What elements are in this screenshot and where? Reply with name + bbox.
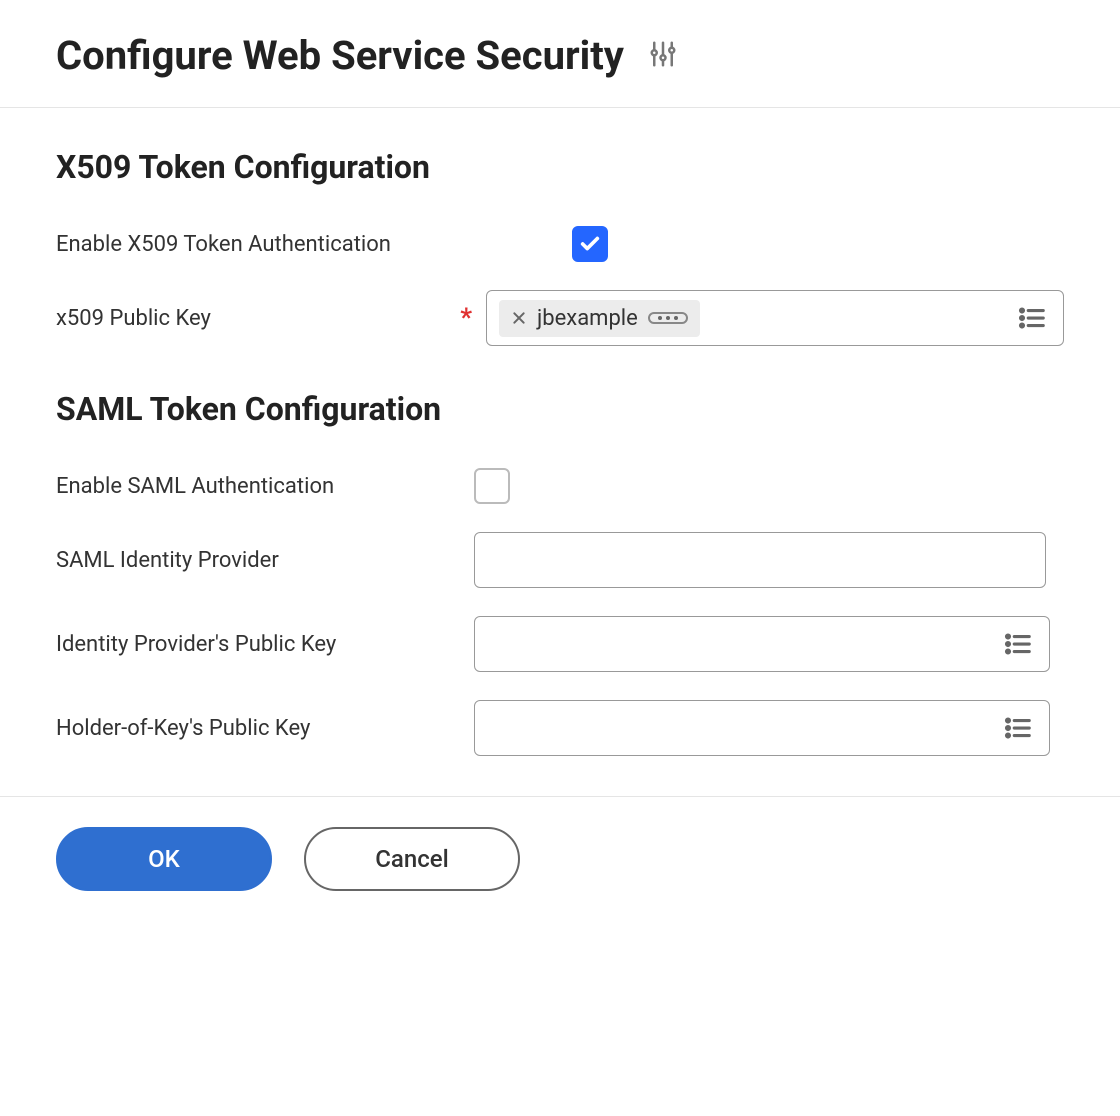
saml-idp-input[interactable] <box>474 532 1046 588</box>
x509-public-key-row: x509 Public Key * jbexample <box>56 290 1064 346</box>
x509-enable-label: Enable X509 Token Authentication <box>56 232 486 257</box>
saml-idp-label: SAML Identity Provider <box>56 548 416 573</box>
saml-section-title: SAML Token Configuration <box>56 390 1064 428</box>
list-picker-icon[interactable] <box>1017 303 1047 333</box>
saml-hok-key-label-text: Holder-of-Key's Public Key <box>56 716 310 741</box>
saml-enable-label: Enable SAML Authentication <box>56 474 416 499</box>
list-picker-icon[interactable] <box>1003 629 1033 659</box>
saml-idp-label-text: SAML Identity Provider <box>56 548 279 573</box>
required-indicator: * <box>460 303 472 333</box>
x509-public-key-label: x509 Public Key * <box>56 303 486 333</box>
x509-section-title: X509 Token Configuration <box>56 148 1064 186</box>
saml-hok-key-label: Holder-of-Key's Public Key <box>56 716 416 741</box>
saml-idp-key-label: Identity Provider's Public Key <box>56 632 416 657</box>
footer: OK Cancel <box>0 796 1120 921</box>
page-header: Configure Web Service Security <box>0 0 1120 108</box>
saml-enable-label-text: Enable SAML Authentication <box>56 474 334 499</box>
saml-section: SAML Token Configuration Enable SAML Aut… <box>0 390 1120 756</box>
cancel-button[interactable]: Cancel <box>304 827 520 891</box>
ok-button[interactable]: OK <box>56 827 272 891</box>
saml-idp-key-row: Identity Provider's Public Key <box>56 616 1064 672</box>
x509-enable-row: Enable X509 Token Authentication <box>56 226 1064 262</box>
saml-hok-key-row: Holder-of-Key's Public Key <box>56 700 1064 756</box>
x509-enable-label-text: Enable X509 Token Authentication <box>56 232 391 257</box>
saml-idp-key-label-text: Identity Provider's Public Key <box>56 632 336 657</box>
saml-enable-row: Enable SAML Authentication <box>56 468 1064 504</box>
x509-public-key-input[interactable]: jbexample <box>486 290 1064 346</box>
saml-idp-key-input[interactable] <box>474 616 1050 672</box>
x509-section: X509 Token Configuration Enable X509 Tok… <box>0 148 1120 346</box>
x509-public-key-chip-label: jbexample <box>537 306 638 331</box>
saml-hok-key-input[interactable] <box>474 700 1050 756</box>
saml-enable-checkbox[interactable] <box>474 468 510 504</box>
list-picker-icon[interactable] <box>1003 713 1033 743</box>
x509-public-key-chip: jbexample <box>499 300 700 337</box>
more-icon[interactable] <box>648 312 688 324</box>
settings-icon[interactable] <box>648 39 678 73</box>
x509-public-key-label-text: x509 Public Key <box>56 306 211 331</box>
x509-enable-checkbox[interactable] <box>572 226 608 262</box>
page-title: Configure Web Service Security <box>56 32 624 79</box>
close-icon[interactable] <box>511 310 527 326</box>
saml-idp-row: SAML Identity Provider <box>56 532 1064 588</box>
